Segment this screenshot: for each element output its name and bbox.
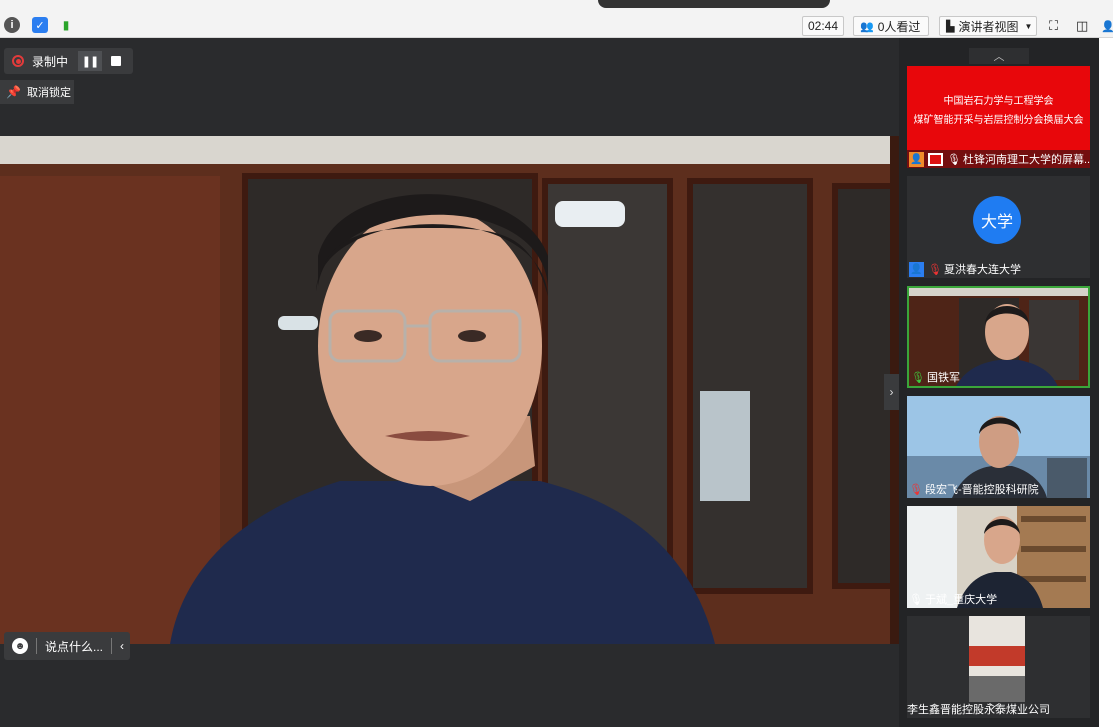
participant-name-bar: 🎙 国铁军 — [909, 368, 964, 386]
participant-name: 国铁军 — [927, 372, 960, 384]
chevron-right-icon: › — [889, 385, 894, 399]
stop-button[interactable] — [104, 51, 128, 71]
user-icon[interactable]: 👤 — [1101, 16, 1113, 36]
recording-bar: 录制中 ❚❚ — [4, 48, 133, 74]
participant-name: 于斌_重庆大学 — [925, 594, 998, 606]
pin-icon: 📌 — [6, 85, 21, 99]
participant-name: 杜锋河南理工大学的屏幕... — [963, 154, 1090, 166]
participant-tile-active[interactable]: 🎙 国铁军 — [907, 286, 1090, 388]
view-mode-label: 演讲者视图 — [958, 19, 1019, 34]
chat-placeholder[interactable]: 说点什么... — [45, 638, 103, 655]
participant-tile[interactable]: 李生鑫晋能控股永泰煤业公司 ﹀ — [907, 616, 1090, 718]
mic-off-icon: 🎙 — [909, 483, 923, 496]
participant-name-bar: 🎙 于斌_重庆大学 — [907, 590, 1001, 608]
signal-icon[interactable]: ▮ — [58, 17, 74, 33]
person-icon: 👤 — [909, 261, 924, 277]
chat-input-bar[interactable]: ☻ 说点什么... ‹ — [4, 632, 130, 660]
people-icon: 👥 — [860, 20, 874, 33]
viewers-count: 0人看过 — [877, 19, 921, 34]
participant-tile[interactable]: 中国岩石力学与工程学会 煤矿智能开采与岩层控制分会换届大会 👤 🎙 杜锋河南理工… — [907, 66, 1090, 168]
mic-active-icon: 🎙 — [911, 371, 925, 384]
pause-button[interactable]: ❚❚ — [78, 51, 102, 71]
person-icon: 👤 — [909, 151, 924, 167]
record-icon — [12, 55, 24, 67]
chat-separator-2 — [111, 638, 113, 654]
collapse-sidebar-button[interactable]: › — [884, 374, 899, 410]
layout-icon: ▙ — [946, 20, 955, 33]
mic-icon: 🎙 — [947, 153, 961, 166]
sidebar-toggle-icon[interactable]: ◫ — [1076, 16, 1088, 36]
avatar: 大学 — [973, 196, 1021, 244]
slide-line-2: 煤矿智能开采与岩层控制分会换届大会 — [913, 115, 1084, 126]
mic-off-icon: 🎙 — [928, 263, 942, 276]
shield-icon[interactable]: ✓ — [32, 17, 48, 33]
participant-name-bar: 李生鑫晋能控股永泰煤业公司 — [907, 700, 1054, 718]
mic-icon: 🎙 — [909, 593, 923, 606]
view-mode-dropdown[interactable]: ▙ 演讲者视图 ▼ — [939, 16, 1037, 36]
info-icon[interactable]: i — [4, 17, 20, 33]
chevron-down-icon: ﹀ — [989, 703, 1000, 715]
viewers-button[interactable]: 👥 0人看过 — [853, 16, 929, 36]
meeting-window: i ✓ ▮ 02:44 👥 0人看过 ▙ 演讲者视图 ▼ ⛶ ◫ 👤 录制中 ❚… — [0, 0, 1113, 727]
chevron-left-icon[interactable]: ‹ — [120, 639, 124, 653]
fullscreen-icon[interactable]: ⛶ — [1049, 16, 1058, 36]
unpin-button[interactable]: 📌 取消锁定 — [0, 80, 74, 104]
participant-tile[interactable]: 大学 👤 🎙 夏洪春大连大学 — [907, 176, 1090, 278]
participants-sidebar: ︿ 中国岩石力学与工程学会 煤矿智能开采与岩层控制分会换届大会 👤 🎙 杜锋河南… — [899, 38, 1099, 727]
timer-display: 02:44 — [802, 16, 844, 36]
participant-name-bar: 👤 🎙 杜锋河南理工大学的屏幕... — [907, 150, 1090, 168]
participant-name-bar: 🎙 段宏飞-晋能控股科研院 — [907, 480, 1043, 498]
recording-label: 录制中 — [32, 54, 69, 69]
chevron-up-icon: ︿ — [993, 51, 1005, 63]
top-toolbar: i ✓ ▮ 02:44 👥 0人看过 ▙ 演讲者视图 ▼ ⛶ ◫ 👤 — [0, 0, 1113, 38]
participant-name-bar: 👤 🎙 夏洪春大连大学 — [907, 260, 1025, 278]
participant-name: 夏洪春大连大学 — [944, 264, 1021, 276]
participant-name: 李生鑫晋能控股永泰煤业公司 — [907, 704, 1050, 716]
right-edge-panel — [1099, 38, 1113, 727]
screen-share-icon — [928, 152, 943, 166]
scroll-down-button[interactable]: ﹀ — [989, 700, 1000, 716]
speaker-video — [0, 136, 899, 644]
slide-line-1: 中国岩石力学与工程学会 — [943, 96, 1054, 107]
participant-name: 段宏飞-晋能控股科研院 — [925, 484, 1039, 496]
chat-separator — [36, 638, 37, 654]
participant-tile[interactable]: 🎙 于斌_重庆大学 — [907, 506, 1090, 608]
chevron-down-icon: ▼ — [1024, 21, 1033, 31]
participant-tile[interactable]: 🎙 段宏飞-晋能控股科研院 — [907, 396, 1090, 498]
unpin-label: 取消锁定 — [26, 87, 71, 99]
main-video-panel: 录制中 ❚❚ 📌 取消锁定 ☻ 说点什么... ‹ › — [0, 38, 899, 727]
scroll-up-button[interactable]: ︿ — [969, 48, 1029, 64]
top-banner-bar — [598, 0, 830, 8]
emoji-icon[interactable]: ☻ — [12, 638, 28, 654]
